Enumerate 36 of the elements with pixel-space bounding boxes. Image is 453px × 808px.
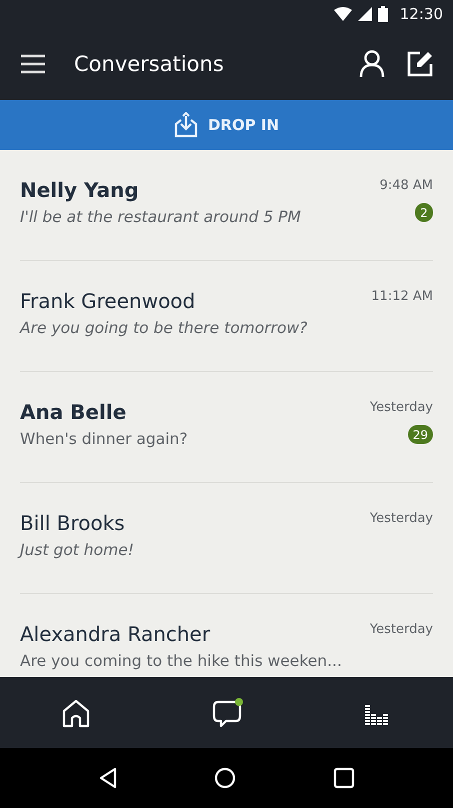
conversation-item[interactable]: Nelly Yang I'll be at the restaurant around 5 PM 9:48 AM 2: [20, 150, 433, 261]
drop-in-button[interactable]: DROP IN: [0, 100, 453, 150]
home-icon[interactable]: [60, 698, 90, 728]
compose-icon[interactable]: [407, 51, 433, 77]
timestamp: Yesterday: [370, 400, 433, 415]
contact-name: Ana Belle: [20, 400, 128, 424]
screen-title: Conversations: [74, 52, 225, 76]
message-preview: When's dinner again?: [20, 430, 188, 448]
conversation-item[interactable]: Ana Belle When's dinner again? Yesterday 29: [20, 372, 433, 483]
back-icon[interactable]: [98, 767, 118, 789]
unread-count: 29: [408, 425, 433, 444]
conversation-item[interactable]: Alexandra Rancher Are you coming to the hike this weeken... Yesterday: [20, 594, 433, 677]
drop-in-icon: [174, 112, 198, 138]
contact-name: Frank Greenwood: [20, 289, 196, 313]
contact-name: Nelly Yang: [20, 178, 140, 202]
wifi-icon: [334, 7, 352, 21]
message-preview: Just got home!: [20, 541, 134, 559]
status-time: 12:30: [400, 5, 443, 23]
unread-count: 2: [415, 203, 433, 222]
recents-icon[interactable]: [332, 767, 355, 789]
timestamp: 11:12 AM: [371, 289, 433, 304]
timestamp: Yesterday: [370, 622, 433, 637]
person-icon[interactable]: [359, 50, 385, 78]
battery-icon: [378, 6, 388, 22]
message-preview: Are you coming to the hike this weeken...: [20, 652, 342, 670]
timestamp: Yesterday: [370, 511, 433, 526]
contact-name: Bill Brooks: [20, 511, 126, 535]
conversation-item[interactable]: Bill Brooks Just got home! Yesterday: [20, 483, 433, 594]
timestamp: 9:48 AM: [380, 178, 433, 193]
message-preview: Are you going to be there tomorrow?: [20, 319, 308, 337]
contact-name: Alexandra Rancher: [20, 622, 212, 646]
conversation-item[interactable]: Frank Greenwood Are you going to be there tomorrow? 11:12 AM: [20, 261, 433, 372]
menu-icon[interactable]: [20, 54, 46, 74]
home-button-icon[interactable]: [214, 767, 236, 789]
signal-icon: [358, 7, 372, 21]
message-preview: I'll be at the restaurant around 5 PM: [20, 208, 301, 226]
